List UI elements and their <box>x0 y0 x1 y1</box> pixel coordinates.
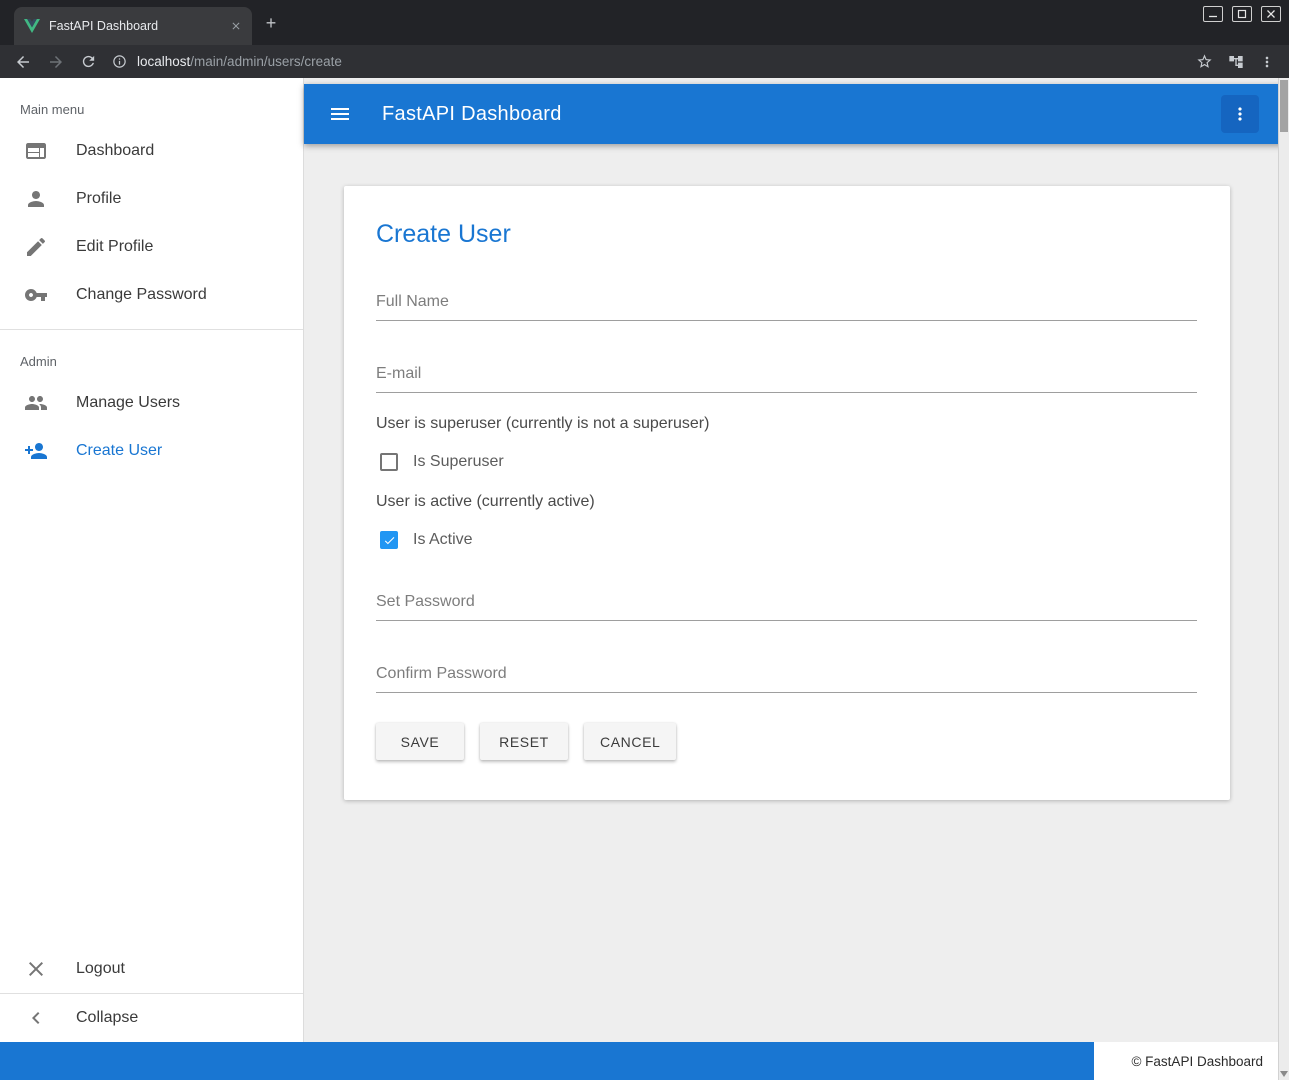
page-body: Create User User is superuser (currently… <box>304 144 1289 1042</box>
main-menu-heading: Main menu <box>0 78 303 127</box>
save-button[interactable]: SAVE <box>376 723 464 760</box>
url-text: localhost/main/admin/users/create <box>137 54 342 69</box>
tab-title: FastAPI Dashboard <box>49 19 230 33</box>
people-icon <box>24 391 48 415</box>
superuser-checkbox-label: Is Superuser <box>413 453 504 471</box>
forward-button[interactable] <box>47 53 65 71</box>
browser-window: FastAPI Dashboard + <box>0 0 1289 1080</box>
active-checkbox-row[interactable]: Is Active <box>380 531 1197 549</box>
menu-toggle-button[interactable] <box>328 102 352 126</box>
hamburger-icon <box>328 102 352 126</box>
person-icon <box>24 187 48 211</box>
page-scrollbar[interactable] <box>1278 78 1289 1080</box>
tab-close-icon[interactable] <box>230 20 242 32</box>
url-host: localhost <box>137 54 190 69</box>
sidebar-item-collapse[interactable]: Collapse <box>0 994 303 1042</box>
chevron-left-icon <box>24 1006 48 1030</box>
url-path: /main/admin/users/create <box>190 54 342 69</box>
vue-logo-icon <box>24 18 40 34</box>
back-button[interactable] <box>14 53 32 71</box>
superuser-hint: User is superuser (currently is not a su… <box>376 415 1197 433</box>
sidebar-item-label: Profile <box>76 190 121 208</box>
footer: © FastAPI Dashboard <box>0 1042 1289 1080</box>
sidebar-item-label: Edit Profile <box>76 238 153 256</box>
full-name-input[interactable] <box>376 287 1197 321</box>
browser-menu-button[interactable] <box>1259 54 1275 70</box>
set-password-input[interactable] <box>376 587 1197 621</box>
browser-addressbar: localhost/main/admin/users/create <box>0 45 1289 78</box>
key-icon <box>24 283 48 307</box>
minimize-button[interactable] <box>1203 6 1223 22</box>
kebab-icon <box>1230 104 1250 124</box>
sidebar-item-label: Collapse <box>76 1009 138 1027</box>
window-controls <box>1203 6 1281 22</box>
email-field <box>376 359 1197 393</box>
appbar-menu-button[interactable] <box>1221 95 1259 133</box>
sidebar-item-manage-users[interactable]: Manage Users <box>0 379 303 427</box>
form-actions: SAVE RESET CANCEL <box>376 723 1197 760</box>
appbar: FastAPI Dashboard <box>304 84 1289 144</box>
maximize-button[interactable] <box>1232 6 1252 22</box>
active-hint: User is active (currently active) <box>376 493 1197 511</box>
site-info-icon[interactable] <box>112 54 127 69</box>
reset-button[interactable]: RESET <box>480 723 568 760</box>
page-content: Main menu Dashboard Profile <box>0 78 1289 1080</box>
create-user-card: Create User User is superuser (currently… <box>344 186 1230 800</box>
sidebar: Main menu Dashboard Profile <box>0 78 304 1042</box>
confirm-password-input[interactable] <box>376 659 1197 693</box>
email-input[interactable] <box>376 359 1197 393</box>
check-icon <box>383 534 396 547</box>
sidebar-item-label: Change Password <box>76 286 207 304</box>
full-name-field <box>376 287 1197 321</box>
sidebar-item-label: Logout <box>76 960 125 978</box>
main-area: FastAPI Dashboard Create User <box>304 78 1289 1042</box>
extensions-button[interactable] <box>1228 54 1244 70</box>
confirm-password-field <box>376 659 1197 693</box>
sidebar-item-label: Create User <box>76 442 162 460</box>
new-tab-button[interactable]: + <box>260 12 282 34</box>
sidebar-item-label: Manage Users <box>76 394 180 412</box>
scrollbar-thumb[interactable] <box>1280 80 1288 132</box>
sidebar-item-dashboard[interactable]: Dashboard <box>0 127 303 175</box>
reload-button[interactable] <box>80 53 97 70</box>
bookmark-star-button[interactable] <box>1196 53 1213 70</box>
footer-copyright: © FastAPI Dashboard <box>1094 1042 1289 1080</box>
address-bar[interactable]: localhost/main/admin/users/create <box>112 54 1181 69</box>
admin-heading: Admin <box>0 330 303 379</box>
card-title: Create User <box>376 220 1197 249</box>
close-button[interactable] <box>1261 6 1281 22</box>
sidebar-item-change-password[interactable]: Change Password <box>0 271 303 319</box>
active-checkbox-label: Is Active <box>413 531 473 549</box>
dashboard-icon <box>24 139 48 163</box>
sidebar-item-logout[interactable]: Logout <box>0 945 303 993</box>
site-tree-icon <box>1228 54 1244 70</box>
superuser-checkbox <box>380 453 398 471</box>
sidebar-item-edit-profile[interactable]: Edit Profile <box>0 223 303 271</box>
set-password-field <box>376 587 1197 621</box>
active-checkbox <box>380 531 398 549</box>
sidebar-item-create-user[interactable]: Create User <box>0 427 303 475</box>
scrollbar-down-arrow[interactable] <box>1280 1071 1288 1077</box>
cancel-button[interactable]: CANCEL <box>584 723 676 760</box>
sidebar-item-label: Dashboard <box>76 142 154 160</box>
browser-titlebar: FastAPI Dashboard + <box>0 0 1289 45</box>
footer-bar <box>0 1042 1094 1080</box>
close-x-icon <box>24 957 48 981</box>
browser-tab[interactable]: FastAPI Dashboard <box>14 7 252 45</box>
sidebar-item-profile[interactable]: Profile <box>0 175 303 223</box>
appbar-title: FastAPI Dashboard <box>382 103 562 126</box>
person-add-icon <box>24 439 48 463</box>
superuser-checkbox-row[interactable]: Is Superuser <box>380 453 1197 471</box>
edit-icon <box>24 235 48 259</box>
